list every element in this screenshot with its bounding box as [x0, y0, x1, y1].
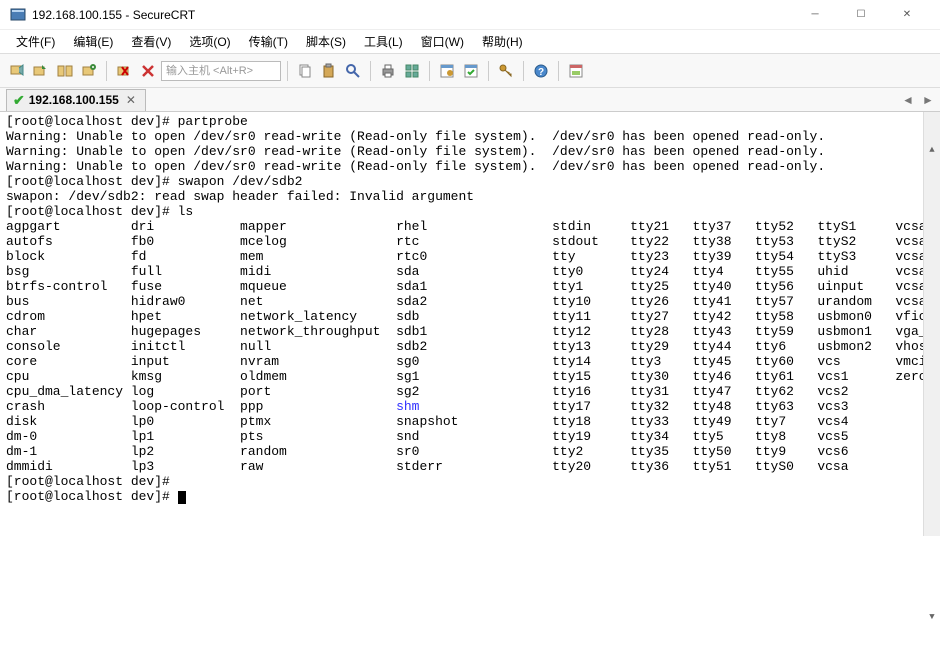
separator — [106, 61, 107, 81]
paste-icon[interactable] — [318, 60, 340, 82]
tab-label: 192.168.100.155 — [29, 93, 119, 107]
disconnect-icon[interactable] — [113, 60, 135, 82]
help-icon[interactable]: ? — [530, 60, 552, 82]
scroll-down-icon[interactable]: ▼ — [924, 609, 940, 626]
separator — [429, 61, 430, 81]
menu-view[interactable]: 查看(V) — [123, 31, 179, 52]
cancel-icon[interactable] — [137, 60, 159, 82]
menu-options[interactable]: 选项(O) — [181, 31, 238, 52]
tab-next-icon[interactable]: ► — [918, 91, 938, 109]
menu-tools[interactable]: 工具(L) — [356, 31, 411, 52]
menu-transfer[interactable]: 传输(T) — [241, 31, 296, 52]
menu-edit[interactable]: 编辑(E) — [65, 31, 121, 52]
menubar: 文件(F) 编辑(E) 查看(V) 选项(O) 传输(T) 脚本(S) 工具(L… — [0, 30, 940, 54]
window-title: 192.168.100.155 - SecureCRT — [32, 8, 792, 22]
separator — [523, 61, 524, 81]
app-icon — [10, 7, 26, 23]
minimize-button[interactable]: ─ — [792, 0, 838, 30]
titlebar: 192.168.100.155 - SecureCRT ─ ☐ ✕ — [0, 0, 940, 30]
connected-icon: ✔ — [13, 92, 25, 109]
tab-prev-icon[interactable]: ◄ — [898, 91, 918, 109]
close-button[interactable]: ✕ — [884, 0, 930, 30]
host-input[interactable]: 输入主机 <Alt+R> — [161, 61, 281, 81]
menu-script[interactable]: 脚本(S) — [298, 31, 354, 52]
separator — [370, 61, 371, 81]
tab-bar: ✔ 192.168.100.155 ✕ ◄ ► — [0, 88, 940, 112]
menu-window[interactable]: 窗口(W) — [413, 31, 472, 52]
session-tab[interactable]: ✔ 192.168.100.155 ✕ — [6, 89, 146, 111]
separator — [558, 61, 559, 81]
maximize-button[interactable]: ☐ — [838, 0, 884, 30]
properties-icon[interactable] — [436, 60, 458, 82]
scroll-track[interactable] — [924, 189, 940, 579]
quick-connect-icon[interactable] — [30, 60, 52, 82]
svg-text:?: ? — [538, 67, 544, 78]
scroll-up-icon[interactable]: ▲ — [924, 142, 940, 159]
menu-help[interactable]: 帮助(H) — [474, 31, 531, 52]
options-icon[interactable] — [460, 60, 482, 82]
toolbar: 输入主机 <Alt+R> ? — [0, 54, 940, 88]
key-icon[interactable] — [495, 60, 517, 82]
reconnect-icon[interactable] — [78, 60, 100, 82]
copy-icon[interactable] — [294, 60, 316, 82]
toggle-icon[interactable] — [565, 60, 587, 82]
tab-close-icon[interactable]: ✕ — [123, 93, 139, 107]
print-icon[interactable] — [377, 60, 399, 82]
terminal[interactable]: [root@localhost dev]# partprobe Warning:… — [0, 112, 940, 536]
scrollbar[interactable]: ▲ ▼ — [923, 112, 940, 536]
sessions-icon[interactable] — [401, 60, 423, 82]
connect-icon[interactable] — [6, 60, 28, 82]
separator — [488, 61, 489, 81]
menu-file[interactable]: 文件(F) — [8, 31, 63, 52]
find-icon[interactable] — [342, 60, 364, 82]
separator — [287, 61, 288, 81]
session-tab-icon[interactable] — [54, 60, 76, 82]
